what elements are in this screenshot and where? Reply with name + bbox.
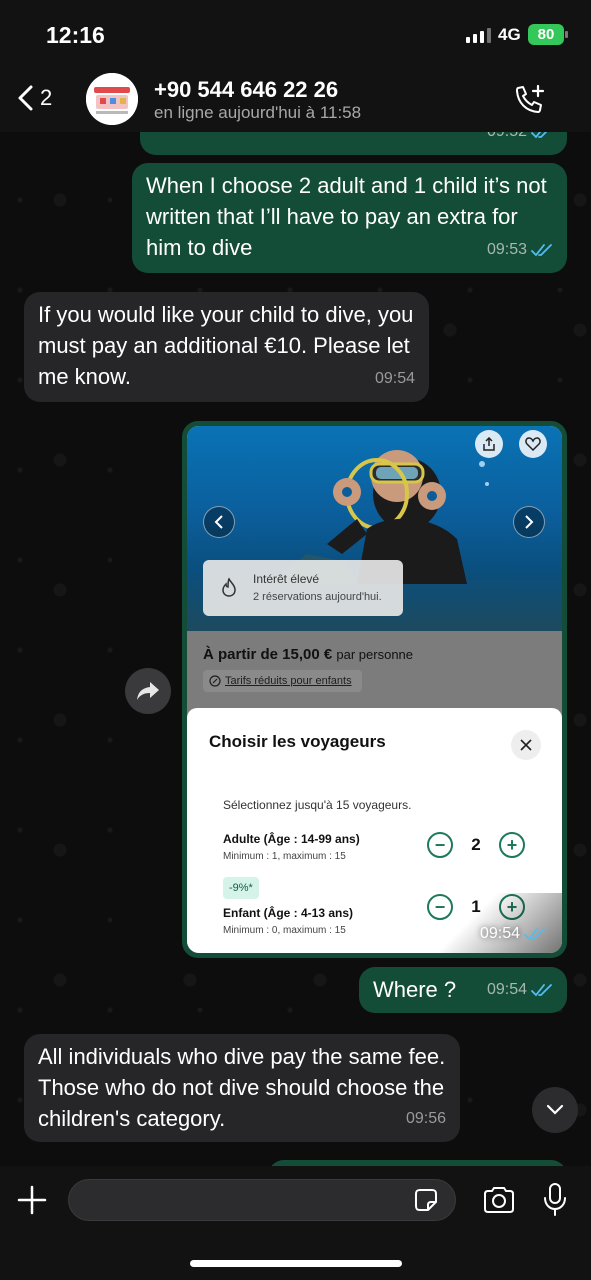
chevron-right-icon: [525, 515, 534, 529]
interest-card: Intérêt élevé 2 réservations aujourd'hui…: [203, 560, 403, 616]
adult-range: Minimum : 1, maximum : 15: [223, 851, 346, 862]
heart-icon: [525, 437, 541, 451]
message-time: 09:54: [486, 981, 527, 998]
message-time: 09:56: [405, 1110, 446, 1127]
adult-label: Adulte (Âge : 14-99 ans): [223, 832, 360, 846]
back-button[interactable]: 2: [16, 84, 52, 112]
status-bar: 12:16 4G 80: [0, 0, 591, 66]
message-meta: 09:53: [487, 234, 553, 265]
message-bubble-outgoing[interactable]: When I choose 2 adult and 1 child it’s n…: [132, 163, 567, 273]
message-bubble-outgoing[interactable]: Where ? 09:54: [359, 967, 567, 1013]
price-per: par personne: [336, 647, 414, 662]
discount-badge: -9%*: [223, 877, 259, 899]
next-photo-button[interactable]: [513, 506, 545, 538]
share-icon: [483, 437, 495, 451]
price-value: À partir de 15,00 €: [203, 646, 333, 663]
message-meta: 09:56: [406, 1103, 446, 1134]
camera-icon: [484, 1187, 514, 1213]
image-message[interactable]: Intérêt élevé 2 réservations aujourd'hui…: [182, 421, 567, 958]
plus-icon: [17, 1185, 47, 1215]
signal-icon: [466, 28, 491, 43]
status-time: 12:16: [46, 22, 105, 48]
flame-icon: [222, 577, 236, 597]
composer-bar: [0, 1166, 591, 1280]
home-indicator: [190, 1260, 402, 1267]
message-meta: 09:54: [375, 363, 415, 394]
child-label: Enfant (Âge : 4-13 ans): [223, 906, 354, 920]
adult-count: 2: [471, 835, 481, 854]
message-meta: 09:54: [480, 925, 546, 943]
message-time: 09:53: [486, 241, 527, 258]
contact-name[interactable]: +90 544 646 22 26: [154, 77, 338, 103]
message-text: If you would like your child to dive, yo…: [38, 302, 414, 389]
battery-icon: 80: [528, 24, 564, 45]
promo-link: Tarifs réduits pour enfants: [203, 670, 362, 692]
phone-plus-icon: [516, 84, 545, 113]
share-button[interactable]: [475, 430, 503, 458]
microphone-icon: [544, 1183, 566, 1216]
message-time: 09:54: [479, 925, 520, 942]
sheet-title: Choisir les voyageurs: [209, 732, 386, 751]
interest-title: Intérêt élevé: [253, 572, 320, 586]
message-bubble-incoming[interactable]: If you would like your child to dive, yo…: [24, 292, 429, 402]
promo-text: Tarifs réduits pour enfants: [225, 675, 352, 687]
chevron-left-icon: [18, 85, 33, 111]
previous-photo-button[interactable]: [203, 506, 235, 538]
add-call-button[interactable]: [512, 83, 546, 122]
avatar-image: [86, 73, 138, 125]
attach-button[interactable]: [16, 1184, 48, 1221]
battery-nub: [565, 31, 568, 38]
sheet-hint: Sélectionnez jusqu'à 15 voyageurs.: [223, 798, 412, 812]
chevron-down-icon: [546, 1104, 564, 1115]
read-ticks-icon: [531, 243, 552, 256]
read-ticks-icon: [524, 928, 545, 941]
unread-count: 2: [40, 85, 53, 110]
child-range: Minimum : 0, maximum : 15: [223, 925, 346, 936]
message-bubble-incoming[interactable]: All individuals who dive pay the same fe…: [24, 1034, 460, 1142]
message-time: 09:54: [374, 370, 415, 387]
message-meta: 09:54: [487, 974, 553, 1005]
contact-status: en ligne aujourd'hui à 11:58: [154, 103, 362, 122]
microphone-button[interactable]: [542, 1182, 568, 1223]
interest-subtitle: 2 réservations aujourd'hui.: [253, 591, 382, 603]
favorite-button[interactable]: [519, 430, 547, 458]
price-text: À partir de 15,00 € par personne: [203, 646, 413, 663]
scroll-to-bottom-button[interactable]: [532, 1087, 578, 1133]
discount-icon: [209, 675, 221, 687]
sticker-button[interactable]: [412, 1186, 440, 1219]
plus-icon: +: [499, 832, 525, 858]
screenshot-image[interactable]: Intérêt élevé 2 réservations aujourd'hui…: [187, 426, 562, 953]
minus-icon: −: [427, 832, 453, 858]
sheet-close-button: [511, 730, 541, 760]
adult-stepper: − 2 +: [427, 832, 525, 858]
camera-button[interactable]: [482, 1186, 516, 1219]
network-type: 4G: [498, 25, 521, 44]
chat-header: 2 +90 544 646 22 26 en ligne aujourd'hui…: [0, 66, 591, 132]
message-text: All individuals who dive pay the same fe…: [38, 1044, 446, 1131]
share-arrow-icon: [137, 682, 159, 700]
chevron-left-icon: [214, 515, 223, 529]
message-input[interactable]: [68, 1179, 456, 1221]
close-icon: [520, 739, 532, 751]
image-shade: [412, 893, 562, 953]
diver-photo: Intérêt élevé 2 réservations aujourd'hui…: [187, 426, 562, 631]
forward-button[interactable]: [125, 668, 171, 714]
sticker-icon: [415, 1189, 437, 1211]
avatar[interactable]: [86, 73, 138, 125]
read-ticks-icon: [531, 983, 552, 996]
